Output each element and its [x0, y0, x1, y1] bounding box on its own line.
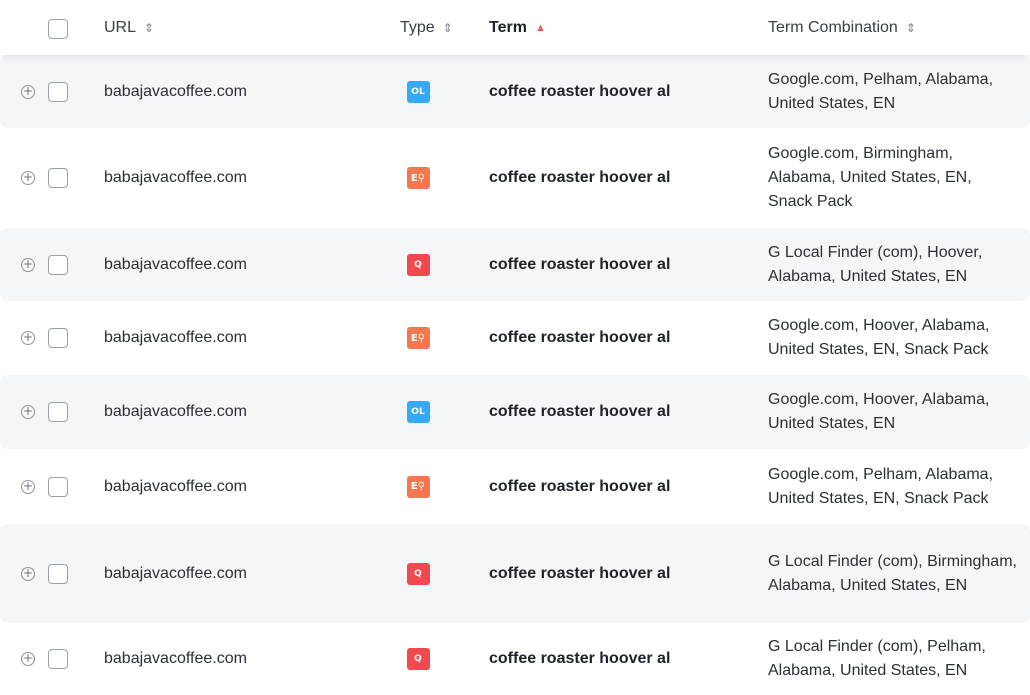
term-combination-cell: Google.com, Pelham, Alabama, United Stat…	[768, 70, 994, 112]
sort-icon: ⇕	[442, 20, 453, 35]
term-cell: coffee roaster hoover al	[489, 477, 671, 495]
type-cell: Q	[406, 623, 430, 695]
row-checkbox[interactable]	[48, 563, 68, 584]
term-cell: coffee roaster hoover al	[489, 564, 671, 582]
table-row: + babajavacoffee.com OL coffee roaster h…	[0, 375, 1030, 449]
term-cell: coffee roaster hoover al	[489, 403, 671, 420]
row-checkbox[interactable]	[48, 476, 68, 497]
term-cell: coffee roaster hoover al	[489, 255, 671, 273]
snack-pack-type-icon: E⚲	[406, 475, 430, 498]
expand-row-icon[interactable]: +	[21, 257, 35, 272]
url-cell[interactable]: babajavacoffee.com	[104, 524, 247, 623]
row-checkbox[interactable]	[48, 649, 68, 669]
url-cell[interactable]: babajavacoffee.com	[104, 301, 247, 375]
type-cell: Q	[406, 524, 430, 623]
select-all-checkbox[interactable]	[48, 19, 68, 39]
term-column-header[interactable]: Term ▲	[489, 0, 546, 55]
row-checkbox[interactable]	[48, 81, 68, 102]
term-cell: coffee roaster hoover al	[489, 329, 671, 346]
term-cell: coffee roaster hoover al	[489, 82, 671, 100]
local-finder-type-icon: Q	[406, 648, 430, 670]
term-cell: coffee roaster hoover al	[489, 169, 671, 186]
type-cell: OL	[406, 375, 430, 449]
table-row: + babajavacoffee.com E⚲ coffee roaster h…	[0, 301, 1030, 375]
url-cell[interactable]: babajavacoffee.com	[104, 623, 247, 695]
table-row: + babajavacoffee.com Q coffee roaster ho…	[0, 228, 1030, 301]
table-row: + babajavacoffee.com Q coffee roaster ho…	[0, 623, 1030, 695]
expand-row-icon[interactable]: +	[21, 331, 35, 345]
url-cell[interactable]: babajavacoffee.com	[104, 55, 247, 128]
table-row: + babajavacoffee.com OL coffee roaster h…	[0, 55, 1030, 128]
snack-pack-type-icon: E⚲	[406, 167, 430, 189]
term-combination-column-header[interactable]: Term Combination ⇕	[768, 0, 916, 55]
term-combination-cell: G Local Finder (com), Pelham, Alabama, U…	[768, 638, 986, 679]
sort-icon: ⇕	[905, 20, 916, 35]
expand-row-icon[interactable]: +	[21, 171, 35, 185]
term-combination-cell: G Local Finder (com), Birmingham, Alabam…	[768, 552, 1017, 594]
sort-ascending-icon: ▲	[534, 21, 546, 34]
type-cell: OL	[406, 55, 430, 128]
row-checkbox[interactable]	[48, 254, 68, 275]
table-row: + babajavacoffee.com Q coffee roaster ho…	[0, 524, 1030, 623]
local-finder-type-icon: Q	[406, 562, 430, 585]
expand-row-icon[interactable]: +	[21, 479, 35, 494]
url-column-header[interactable]: URL ⇕	[104, 0, 154, 55]
type-cell: E⚲	[406, 449, 430, 524]
url-cell[interactable]: babajavacoffee.com	[104, 449, 247, 524]
type-cell: E⚲	[406, 128, 430, 228]
type-column-header[interactable]: Type ⇕	[400, 0, 453, 55]
term-header-label: Term	[489, 18, 527, 36]
sort-icon: ⇕	[144, 20, 155, 35]
term-combination-cell: Google.com, Hoover, Alabama, United Stat…	[768, 391, 990, 432]
expand-row-icon[interactable]: +	[21, 405, 35, 419]
expand-row-icon[interactable]: +	[21, 652, 35, 666]
url-cell[interactable]: babajavacoffee.com	[104, 375, 247, 449]
term-combination-cell: Google.com, Hoover, Alabama, United Stat…	[768, 317, 990, 358]
organic-local-type-icon: OL	[406, 80, 430, 103]
table-body: + babajavacoffee.com OL coffee roaster h…	[0, 55, 1030, 695]
type-cell: Q	[406, 228, 430, 301]
row-checkbox[interactable]	[48, 328, 68, 348]
table-header: URL ⇕ Type ⇕ Term ▲ Term Combination ⇕	[0, 0, 1030, 55]
type-header-label: Type	[400, 18, 435, 36]
expand-row-icon[interactable]: +	[21, 84, 35, 99]
term-combination-cell: Google.com, Birmingham, Alabama, United …	[768, 145, 972, 210]
term-combination-header-label: Term Combination	[768, 18, 898, 36]
type-cell: E⚲	[406, 301, 430, 375]
url-cell[interactable]: babajavacoffee.com	[104, 228, 247, 301]
local-finder-type-icon: Q	[406, 253, 430, 276]
row-checkbox[interactable]	[48, 402, 68, 422]
term-cell: coffee roaster hoover al	[489, 650, 671, 667]
url-header-label: URL	[104, 18, 137, 36]
organic-local-type-icon: OL	[406, 401, 430, 423]
row-checkbox[interactable]	[48, 168, 68, 188]
snack-pack-type-icon: E⚲	[406, 327, 430, 349]
term-combination-cell: G Local Finder (com), Hoover, Alabama, U…	[768, 243, 983, 285]
table-row: + babajavacoffee.com E⚲ coffee roaster h…	[0, 128, 1030, 228]
expand-row-icon[interactable]: +	[21, 566, 35, 581]
term-combination-cell: Google.com, Pelham, Alabama, United Stat…	[768, 465, 994, 507]
url-cell[interactable]: babajavacoffee.com	[104, 128, 247, 228]
table-row: + babajavacoffee.com E⚲ coffee roaster h…	[0, 449, 1030, 524]
